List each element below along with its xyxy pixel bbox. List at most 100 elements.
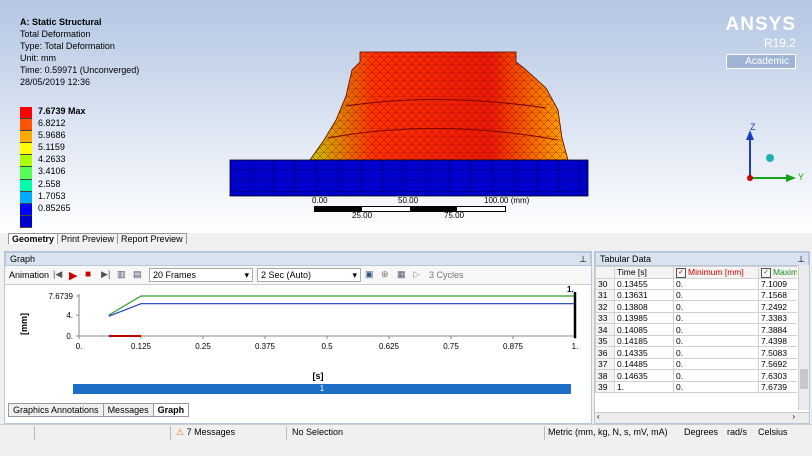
table-cell: 0.13455 — [614, 277, 674, 290]
table-row[interactable]: 38 0.14635 0. 7.6303 — [595, 369, 797, 382]
table-row[interactable]: 37 0.14485 0. 7.5692 — [595, 357, 797, 371]
legend-color-swatch — [20, 167, 32, 180]
tab-report-preview[interactable]: Report Preview — [117, 233, 187, 244]
info-line: Total Deformation — [20, 29, 91, 39]
status-bar: ⚠ 7 Messages No Selection Metric (mm, kg… — [0, 424, 812, 441]
contour-legend-values: 7.6739 Max 6.8212 5.9686 5.1159 4.2633 3… — [38, 105, 86, 214]
messages-count: 7 Messages — [186, 427, 236, 437]
table-cell: 7.6303 — [758, 369, 797, 382]
table-row[interactable]: 39 1. 0. 7.6739 — [595, 380, 797, 394]
status-separator — [544, 426, 545, 440]
column-header-minimum[interactable]: ✓ Minimum [mm] — [673, 266, 759, 279]
status-separator — [170, 426, 171, 440]
table-cell: 0.13631 — [614, 288, 674, 302]
vertical-scrollbar[interactable] — [798, 265, 809, 410]
checkbox-checked-icon[interactable]: ✓ — [676, 267, 686, 278]
table-cell: 7.5083 — [758, 346, 797, 359]
stop-icon[interactable]: ■ — [85, 269, 97, 281]
tab-graph[interactable]: Graph — [152, 403, 190, 417]
table-cell: 32 — [595, 300, 615, 313]
distributed-frames-icon[interactable]: ▥ — [117, 269, 129, 281]
legend-value: 2.558 — [38, 178, 61, 189]
table-cell: 34 — [595, 323, 615, 336]
x-tick-label: 1. — [572, 342, 579, 351]
column-header-label: Maxim — [773, 267, 797, 277]
tabular-panel-header: Tabular Data ⊥ — [595, 252, 809, 266]
table-cell: 0.14185 — [614, 334, 674, 348]
timeline-bar[interactable]: 1 — [73, 384, 571, 394]
cycles-label: 3 Cycles — [429, 270, 464, 280]
keep-time-legend-icon[interactable]: ▦ — [397, 269, 409, 281]
zoom-to-fit-icon[interactable]: ⊕ — [381, 269, 393, 281]
axis-z-label: Z — [750, 122, 756, 132]
legend-color-swatch — [20, 215, 32, 228]
legend-value: 6.8212 — [38, 118, 66, 129]
legend-color-swatch — [20, 203, 32, 216]
pin-icon[interactable]: ⊥ — [579, 253, 587, 265]
column-header-label: Minimum [mm] — [688, 267, 744, 277]
table-cell: 7.6739 — [758, 380, 797, 394]
scrollbar-thumb[interactable] — [800, 369, 808, 389]
duration-select[interactable]: 2 Sec (Auto) ▾ — [257, 268, 362, 282]
frames-select[interactable]: 20 Frames ▾ — [149, 268, 254, 282]
legend-value: 4.2633 — [38, 154, 66, 165]
tab-graphics-annotations[interactable]: Graphics Annotations — [8, 403, 104, 417]
column-header-maximum[interactable]: ✓ Maxim — [758, 266, 797, 279]
scale-bar — [314, 206, 506, 212]
unit-system[interactable]: Metric (mm, kg, N, s, mV, mA) — [548, 427, 668, 437]
play-icon[interactable]: ▶ — [69, 269, 81, 282]
next-frame-icon[interactable]: ▶| — [101, 269, 113, 281]
axis-triad[interactable]: Z Y — [738, 120, 808, 188]
logo-edition: Academic — [725, 54, 796, 69]
table-row[interactable]: 30 0.13455 0. 7.1009 — [595, 277, 797, 290]
ansys-logo: ANSYS R19.2 Academic — [725, 14, 796, 69]
column-header-time[interactable]: Time [s] — [614, 266, 674, 279]
table-row[interactable]: 31 0.13631 0. 7.1568 — [595, 288, 797, 302]
export-video-icon[interactable]: ▣ — [365, 269, 377, 281]
table-cell: 7.4398 — [758, 334, 797, 348]
tab-messages[interactable]: Messages — [102, 403, 154, 417]
previous-frame-icon[interactable]: |◀ — [53, 269, 65, 281]
tabular-table-wrap[interactable]: Time [s] ✓ Minimum [mm] ✓ Maxim 30 0.13455 0… — [595, 266, 797, 409]
rate-unit[interactable]: rad/s — [727, 427, 747, 437]
graph-chart[interactable]: [mm] 7.6739 4. 0.0. 0.125 0.25 0.375 0.5 0.625 0… — [5, 284, 591, 384]
legend-value: 5.1159 — [38, 142, 65, 153]
horizontal-scrollbar[interactable]: ‹ › — [595, 412, 809, 423]
deformed-model[interactable] — [228, 48, 590, 200]
table-row[interactable]: 34 0.14085 0. 7.3884 — [595, 323, 797, 336]
pin-icon[interactable]: ⊥ — [797, 253, 805, 265]
x-tick-label: 0.375 — [255, 342, 276, 351]
legend-max: 7.6739 Max — [38, 106, 86, 116]
scroll-right-icon[interactable]: › — [792, 412, 795, 421]
table-cell: 0. — [673, 277, 759, 290]
scroll-left-icon[interactable]: ‹ — [597, 412, 600, 421]
checkbox-checked-icon[interactable]: ✓ — [761, 267, 771, 278]
table-cell: 36 — [595, 346, 615, 359]
selection-status: No Selection — [292, 427, 344, 437]
table-cell: 38 — [595, 369, 615, 382]
table-cell: 0.14485 — [614, 357, 674, 371]
messages-status[interactable]: ⚠ 7 Messages — [176, 427, 235, 438]
legend-color-swatch — [20, 107, 32, 120]
table-row[interactable]: 32 0.13808 0. 7.2492 — [595, 300, 797, 313]
table-cell: 0.14335 — [614, 346, 674, 359]
angle-unit[interactable]: Degrees — [684, 427, 718, 437]
graphics-viewport[interactable]: A: Static Structural Total Deformation T… — [0, 0, 812, 233]
temperature-unit[interactable]: Celsius — [758, 427, 788, 437]
cycles-icon[interactable]: ▷ — [413, 269, 425, 281]
tab-geometry[interactable]: Geometry — [8, 233, 59, 244]
table-row[interactable]: 33 0.13985 0. 7.3383 — [595, 311, 797, 325]
contour-legend-bar — [20, 107, 32, 228]
x-axis-label: [s] — [313, 371, 324, 381]
result-sets-icon[interactable]: ▤ — [133, 269, 145, 281]
table-cell: 0. — [673, 288, 759, 302]
table-row[interactable]: 36 0.14335 0. 7.5083 — [595, 346, 797, 359]
x-tick-label: 0.875 — [503, 342, 524, 351]
timeline-label: 1 — [319, 384, 325, 393]
table-row[interactable]: 35 0.14185 0. 7.4398 — [595, 334, 797, 348]
legend-color-swatch — [20, 155, 32, 168]
table-cell: 7.1568 — [758, 288, 797, 302]
tab-print-preview[interactable]: Print Preview — [57, 233, 119, 244]
tabular-panel-title: Tabular Data — [600, 254, 652, 264]
table-header-row: Time [s] ✓ Minimum [mm] ✓ Maxim — [595, 266, 797, 279]
